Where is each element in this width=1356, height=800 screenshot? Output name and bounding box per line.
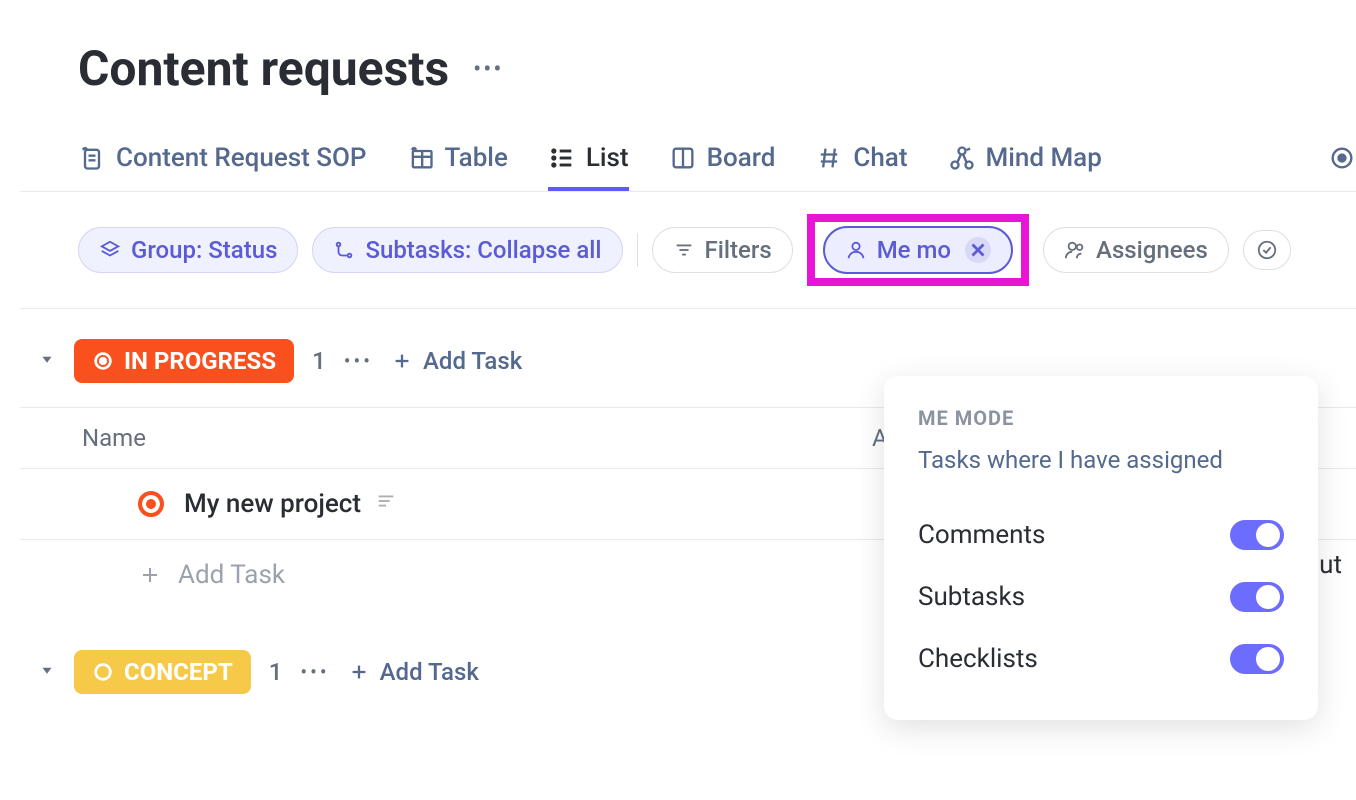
tab-mind-map[interactable]: Mind Map [948,143,1102,173]
me-mode-chip[interactable]: Me mo [823,226,1013,274]
page-header: Content requests ••• [20,40,1356,97]
people-icon [1064,239,1086,261]
description-icon [375,489,397,519]
filters-row: Group: Status Subtasks: Collapse all Fil… [20,192,1356,309]
assignees-chip[interactable]: Assignees [1043,227,1229,273]
more-icon[interactable]: ••• [300,660,329,684]
cutoff-text: ut [1319,550,1342,580]
tab-board[interactable]: Board [669,143,776,173]
check-circle-icon [1256,239,1278,261]
subtask-icon [333,239,355,261]
tab-list[interactable]: List [548,143,629,173]
hash-icon [815,144,843,172]
tab-content-request-sop[interactable]: Content Request SOP [78,143,367,173]
more-icon[interactable]: ••• [344,349,373,373]
filter-icon [673,239,695,261]
me-mode-popover: ME MODE Tasks where I have assigned Comm… [884,376,1318,720]
status-badge-concept[interactable]: CONCEPT [74,650,251,694]
mindmap-icon [948,144,976,172]
view-tabs: Content Request SOP Table List Board Cha… [20,143,1356,192]
board-icon [669,144,697,172]
doc-pinned-icon [78,144,106,172]
tab-more-location[interactable] [1328,144,1356,172]
toggle-switch[interactable] [1230,520,1284,550]
task-status-icon[interactable] [138,491,164,517]
collapse-caret[interactable] [38,661,56,683]
group-chip[interactable]: Group: Status [78,227,298,273]
plus-icon [138,563,162,587]
subtasks-chip[interactable]: Subtasks: Collapse all [312,227,622,273]
tab-chat[interactable]: Chat [815,143,907,173]
close-icon[interactable] [965,237,991,263]
divider [637,233,638,267]
location-icon [1328,144,1356,172]
more-icon[interactable]: ••• [473,55,503,83]
status-badge-in-progress[interactable]: IN PROGRESS [74,339,294,383]
me-mode-highlight: Me mo [807,214,1029,286]
col-name: Name [82,424,872,452]
check-chip[interactable] [1243,230,1291,270]
toggle-checklists: Checklists [918,628,1284,690]
tab-table[interactable]: Table [407,143,508,173]
task-name[interactable]: My new project [184,489,704,519]
status-circle-icon [92,661,114,683]
plus-icon [391,350,413,372]
status-circle-icon [92,350,114,372]
filters-chip[interactable]: Filters [652,227,793,273]
table-pinned-icon [407,144,435,172]
toggle-subtasks: Subtasks [918,566,1284,628]
add-task-button[interactable]: Add Task [348,658,479,686]
group-count: 1 [312,347,326,375]
toggle-comments: Comments [918,504,1284,566]
popover-title: ME MODE [918,406,1284,430]
layers-icon [99,239,121,261]
person-icon [845,239,867,261]
group-count: 1 [269,658,283,686]
toggle-switch[interactable] [1230,582,1284,612]
add-task-button[interactable]: Add Task [391,347,522,375]
collapse-caret[interactable] [38,350,56,372]
plus-icon [348,661,370,683]
toggle-switch[interactable] [1230,644,1284,674]
page-title: Content requests [78,40,449,97]
popover-subtitle: Tasks where I have assigned [918,446,1284,474]
list-icon [548,144,576,172]
